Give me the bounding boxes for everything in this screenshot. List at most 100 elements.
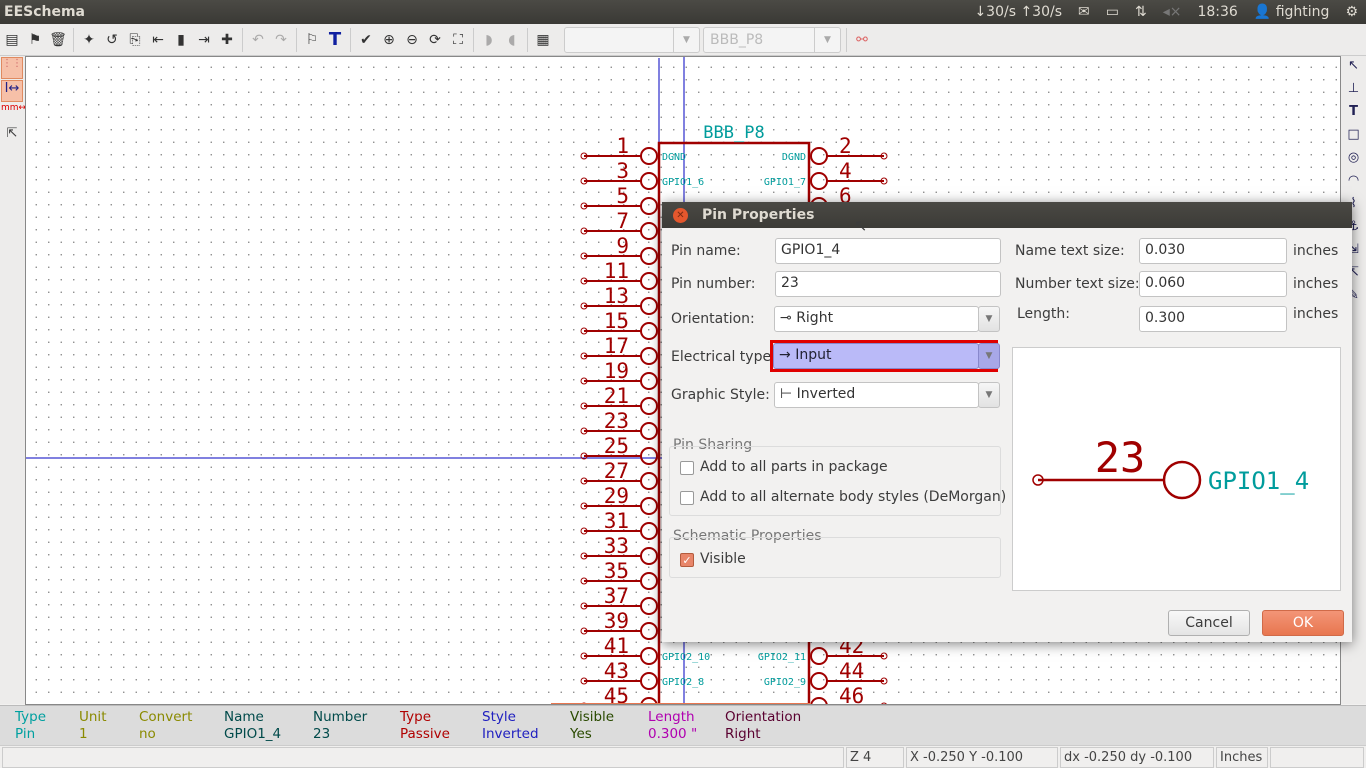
- power-icon[interactable]: ⚙: [1345, 4, 1358, 20]
- share-parts-label[interactable]: Add to all parts in package: [700, 459, 888, 475]
- new-lib-icon[interactable]: ✦: [79, 30, 99, 50]
- number-text-size-label: Number text size:: [1015, 276, 1140, 292]
- status-extra: [1270, 747, 1364, 768]
- import-icon[interactable]: ⇤: [148, 30, 168, 50]
- grid-toggle-icon[interactable]: ⋮⋮: [1, 57, 23, 79]
- open-icon[interactable]: ⚑: [25, 30, 45, 50]
- pin-number: 15: [604, 309, 629, 333]
- select-tool-icon[interactable]: ↖: [1348, 58, 1359, 78]
- close-icon[interactable]: ✕: [673, 208, 688, 223]
- pin-number: 25: [604, 434, 629, 458]
- pin-number: 3: [616, 159, 629, 183]
- save-part-icon[interactable]: ▮: [171, 30, 191, 50]
- pin-inverted-bubble: [640, 472, 658, 490]
- toolbar-separator: [527, 27, 528, 52]
- electrical-type-select[interactable]: → Input: [773, 343, 979, 369]
- message-panel-field: Convert no: [139, 709, 192, 743]
- new-component-icon[interactable]: ✚: [217, 30, 237, 50]
- zoom-in-icon[interactable]: ⊕: [379, 30, 399, 50]
- text-icon[interactable]: T: [325, 29, 345, 50]
- pdf-icon[interactable]: ▦: [533, 30, 553, 50]
- pin-name-input[interactable]: GPIO1_4: [775, 238, 1001, 264]
- pin-number: 41: [604, 634, 629, 658]
- mail-icon[interactable]: ✉: [1078, 4, 1090, 20]
- orientation-select[interactable]: ⊸ Right: [774, 306, 979, 332]
- orientation-dropdown-button[interactable]: ▼: [978, 306, 1000, 332]
- pin-number: 37: [604, 584, 629, 608]
- pin-inverted-bubble: [640, 572, 658, 590]
- zoom-fit-icon[interactable]: ⛶: [448, 30, 468, 50]
- toolbar-separator: [473, 27, 474, 52]
- graphic-style-dropdown-button[interactable]: ▼: [978, 382, 1000, 408]
- preview-inverted-bubble: [1162, 460, 1202, 500]
- pin-inverted-bubble: [640, 347, 658, 365]
- battery-icon[interactable]: ▭: [1106, 4, 1119, 20]
- clock[interactable]: 18:36: [1197, 4, 1237, 20]
- zoom-redraw-icon[interactable]: ⟳: [425, 30, 445, 50]
- cursor-shape-icon[interactable]: ⇱: [1, 126, 23, 148]
- sound-muted-icon[interactable]: ◂×: [1163, 4, 1182, 20]
- alias-select[interactable]: BBB_P8 ▼: [703, 26, 841, 53]
- load-part-icon[interactable]: ⎘: [125, 30, 145, 50]
- user-name: fighting: [1275, 4, 1330, 20]
- export-icon[interactable]: ⇥: [194, 30, 214, 50]
- pin-name: GPIO2_11: [758, 652, 806, 663]
- pin-tool-icon[interactable]: ⊥: [1348, 81, 1359, 101]
- electrical-type-dropdown-button[interactable]: ▼: [978, 343, 1000, 369]
- dialog-title: Pin Properties: [702, 207, 815, 223]
- dialog-titlebar[interactable]: ✕ Pin Properties: [662, 202, 1352, 228]
- rectangle-tool-icon[interactable]: □: [1347, 127, 1359, 147]
- unit-select[interactable]: ▼: [564, 26, 700, 53]
- graphic-style-select[interactable]: ⊢ Inverted: [774, 382, 979, 408]
- user-menu[interactable]: 👤 fighting: [1254, 4, 1330, 20]
- pin-inverted-bubble: [640, 422, 658, 440]
- undo-icon[interactable]: ↶: [248, 30, 268, 50]
- demorgan-normal-icon[interactable]: ◗: [479, 30, 499, 50]
- field-value: 1: [79, 726, 88, 742]
- trash-icon[interactable]: 🗑: [48, 30, 68, 50]
- text-tool-icon[interactable]: T: [1349, 104, 1358, 124]
- pin-number: 17: [604, 334, 629, 358]
- message-panel-field: Number 23: [313, 709, 367, 743]
- share-styles-label[interactable]: Add to all alternate body styles (DeMorg…: [700, 489, 1006, 505]
- pin-number: 4: [839, 159, 852, 183]
- pin-number: 21: [604, 384, 629, 408]
- system-tray: ↓30/s ↑30/s ✉ ▭ ⇅ ◂× 18:36 👤 fighting ⚙: [974, 0, 1358, 24]
- new-sheet-icon[interactable]: ▤: [2, 30, 22, 50]
- cancel-button[interactable]: Cancel: [1168, 610, 1250, 636]
- window-title: EESchema: [4, 4, 86, 20]
- undo-part-icon[interactable]: ↺: [102, 30, 122, 50]
- pin-table-icon[interactable]: ⚯: [852, 30, 872, 50]
- name-text-size-label: Name text size:: [1015, 243, 1125, 259]
- graphic-style-value: Inverted: [796, 386, 856, 402]
- name-text-size-input[interactable]: 0.030: [1139, 238, 1287, 264]
- visible-label[interactable]: Visible: [700, 551, 746, 567]
- share-styles-checkbox[interactable]: [680, 491, 694, 505]
- redo-icon[interactable]: ↷: [271, 30, 291, 50]
- number-text-size-input[interactable]: 0.060: [1139, 271, 1287, 297]
- field-header: Name: [224, 709, 264, 725]
- pin-inverted-bubble: [640, 547, 658, 565]
- pin-number-input[interactable]: 23: [775, 271, 1001, 297]
- length-input[interactable]: 0.300: [1139, 306, 1287, 332]
- mouse-cursor-icon: ↖: [854, 216, 868, 235]
- pin-number: 1: [616, 134, 629, 158]
- circle-tool-icon[interactable]: ◎: [1348, 150, 1359, 170]
- input-arrow-icon: →: [779, 347, 791, 363]
- edit-properties-icon[interactable]: ⚐: [302, 30, 322, 50]
- pin-number-label: Pin number:: [671, 276, 756, 292]
- pin-number: 13: [604, 284, 629, 308]
- ok-button[interactable]: OK: [1262, 610, 1344, 636]
- field-header: Length: [648, 709, 695, 725]
- zoom-out-icon[interactable]: ⊖: [402, 30, 422, 50]
- visible-checkbox[interactable]: ✓: [680, 553, 694, 567]
- arc-tool-icon[interactable]: ◠: [1348, 173, 1359, 193]
- network-icon[interactable]: ⇅: [1135, 4, 1147, 20]
- check-icon[interactable]: ✔: [356, 30, 376, 50]
- mm-units-icon[interactable]: mm↔: [1, 103, 26, 125]
- pin-inverted-bubble: [640, 597, 658, 615]
- share-parts-checkbox[interactable]: [680, 461, 694, 475]
- toolbar-separator: [350, 27, 351, 52]
- demorgan-convert-icon[interactable]: ◖: [502, 30, 522, 50]
- inch-units-icon[interactable]: I↔: [1, 80, 23, 102]
